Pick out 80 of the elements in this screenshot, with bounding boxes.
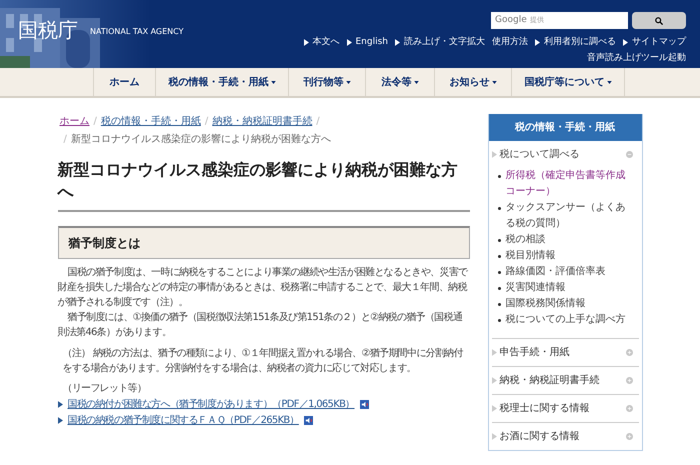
bullet-icon [498,255,500,258]
caret-icon [270,80,276,84]
sidebar-subitem[interactable]: 所得税（確定申告書等作成コーナー） [506,168,626,200]
sidebar-subitem[interactable]: 税の相談 [506,232,546,248]
bullet-icon [498,303,500,306]
triangle-icon [346,39,352,46]
sidebar-item[interactable]: 税理士に関する情報 [500,401,590,416]
header-link[interactable]: 利用者別に調べる [535,36,616,50]
caret-icon [346,80,350,84]
triangle-icon [492,151,496,158]
bullet-icon [498,175,500,178]
speaker-icon [304,416,313,425]
section-heading: 猶予制度とは [58,226,470,259]
plus-circle-icon [626,377,632,384]
triangle-icon [492,433,496,440]
voice-tool-link[interactable]: 音声読み上げツール起動 [587,54,686,62]
nav-item[interactable]: 税の情報・手続・用紙 [156,68,289,96]
sidebar-subitem[interactable]: 税についての上手な調べ方 [506,312,626,328]
header-link[interactable]: 読み上げ・文字拡大 [395,36,485,50]
breadcrumb-link[interactable]: ホーム [60,114,90,129]
breadcrumb-link[interactable]: 税の情報・手続・用紙 [100,114,201,129]
breadcrumb-current: 新型コロナウイルス感染症の影響により納税が困難な方へ [70,132,331,147]
sidebar-subitem[interactable]: タックスアンサー（よくある税の質問） [506,200,626,232]
leaflet-label: （リーフレット等） [62,382,148,396]
nav-item[interactable]: お知らせ [435,68,512,96]
triangle-icon [58,401,62,408]
page-title: 新型コロナウイルス感染症の影響により納税が困難な方へ [58,159,470,212]
search-brand: Google [491,12,530,29]
triangle-icon [492,349,496,356]
sidebar-title: 税の情報・手続・用紙 [488,114,642,141]
triangle-icon [492,377,496,384]
sidebar-subitem[interactable]: 路線価図・評価倍率表 [506,264,606,280]
header-link[interactable]: 使用方法 [492,36,528,50]
nav-item[interactable]: 国税庁等について [512,68,625,96]
bullet-icon [498,319,500,322]
triangle-icon [492,405,496,412]
breadcrumb-separator: / [316,115,320,129]
nav-item[interactable]: 刊行物等 [289,68,366,96]
plus-circle-icon [626,405,632,412]
triangle-icon [395,39,400,46]
search-icon [655,16,663,24]
plus-circle-icon [626,349,632,356]
sidebar-item[interactable]: 税について調べる [500,147,580,162]
breadcrumb-separator: / [94,115,97,129]
breadcrumb-separator: / [204,115,208,129]
header-link[interactable]: サイトマップ [623,36,686,50]
minus-circle-icon [626,151,632,158]
bullet-icon [498,239,500,242]
breadcrumb-link[interactable]: 納税・納税証明書手続 [212,114,312,129]
nav-item[interactable]: ホーム [94,68,156,96]
note-text: （注） 納税の方法は、猶予の種類により、①１年間据え置かれる場合、②猶予期間中に分割納付をする場合があります。分割納付をする場合は、納税者の資力に応じて対応します。 [62,346,464,376]
triangle-icon [304,39,308,46]
sidebar-subitem[interactable]: 災害関連情報 [506,280,566,296]
sidebar-item[interactable]: 納税・納税証明書手続 [500,373,600,388]
triangle-icon [623,39,628,46]
site-logo[interactable]: 国税庁 [18,15,78,45]
search-button[interactable] [632,12,686,29]
breadcrumb-separator: / [64,133,67,147]
caret-icon [414,80,418,84]
speaker-icon [360,400,369,409]
triangle-icon [535,39,540,46]
nav-item[interactable]: 法令等 [366,68,435,96]
body-paragraph: 国税の猶予制度は、一時に納税をすることにより事業の継続や生活が困難となるときや、災害で財産を損失した場合などの特定の事情があるときは、税務署に申請することで、最大１年間、納税が猶予される制度です（注）。 [58,266,469,310]
pdf-link[interactable]: 国税の納税の猶予制度に関するＦＡＱ（PDF／265KB） [68,413,299,428]
sidebar-subitem[interactable]: 税目別情報 [506,248,556,264]
caret-icon [606,80,612,84]
sidebar-item[interactable]: お酒に関する情報 [500,429,580,444]
caret-icon [492,80,496,84]
bullet-icon [498,207,500,210]
header-link[interactable]: 本文へ [304,36,340,50]
triangle-icon [58,417,62,424]
plus-circle-icon [626,433,632,440]
site-subtitle: NATIONAL TAX AGENCY [90,26,184,38]
pdf-link[interactable]: 国税の納付が困難な方へ（猶予制度があります）（PDF／1,065KB） [68,397,355,412]
bullet-icon [498,271,500,274]
bullet-icon [498,287,500,290]
header-link[interactable]: English [346,36,388,50]
sidebar-item[interactable]: 申告手続・用紙 [500,345,570,360]
body-paragraph: 猶予制度には、①換価の猶予（国税徴収法第151条及び第151条の２）と②納税の猶予（国税通則法第46条）があります。 [58,310,464,340]
sidebar-subitem[interactable]: 国際税務関係情報 [506,296,586,312]
